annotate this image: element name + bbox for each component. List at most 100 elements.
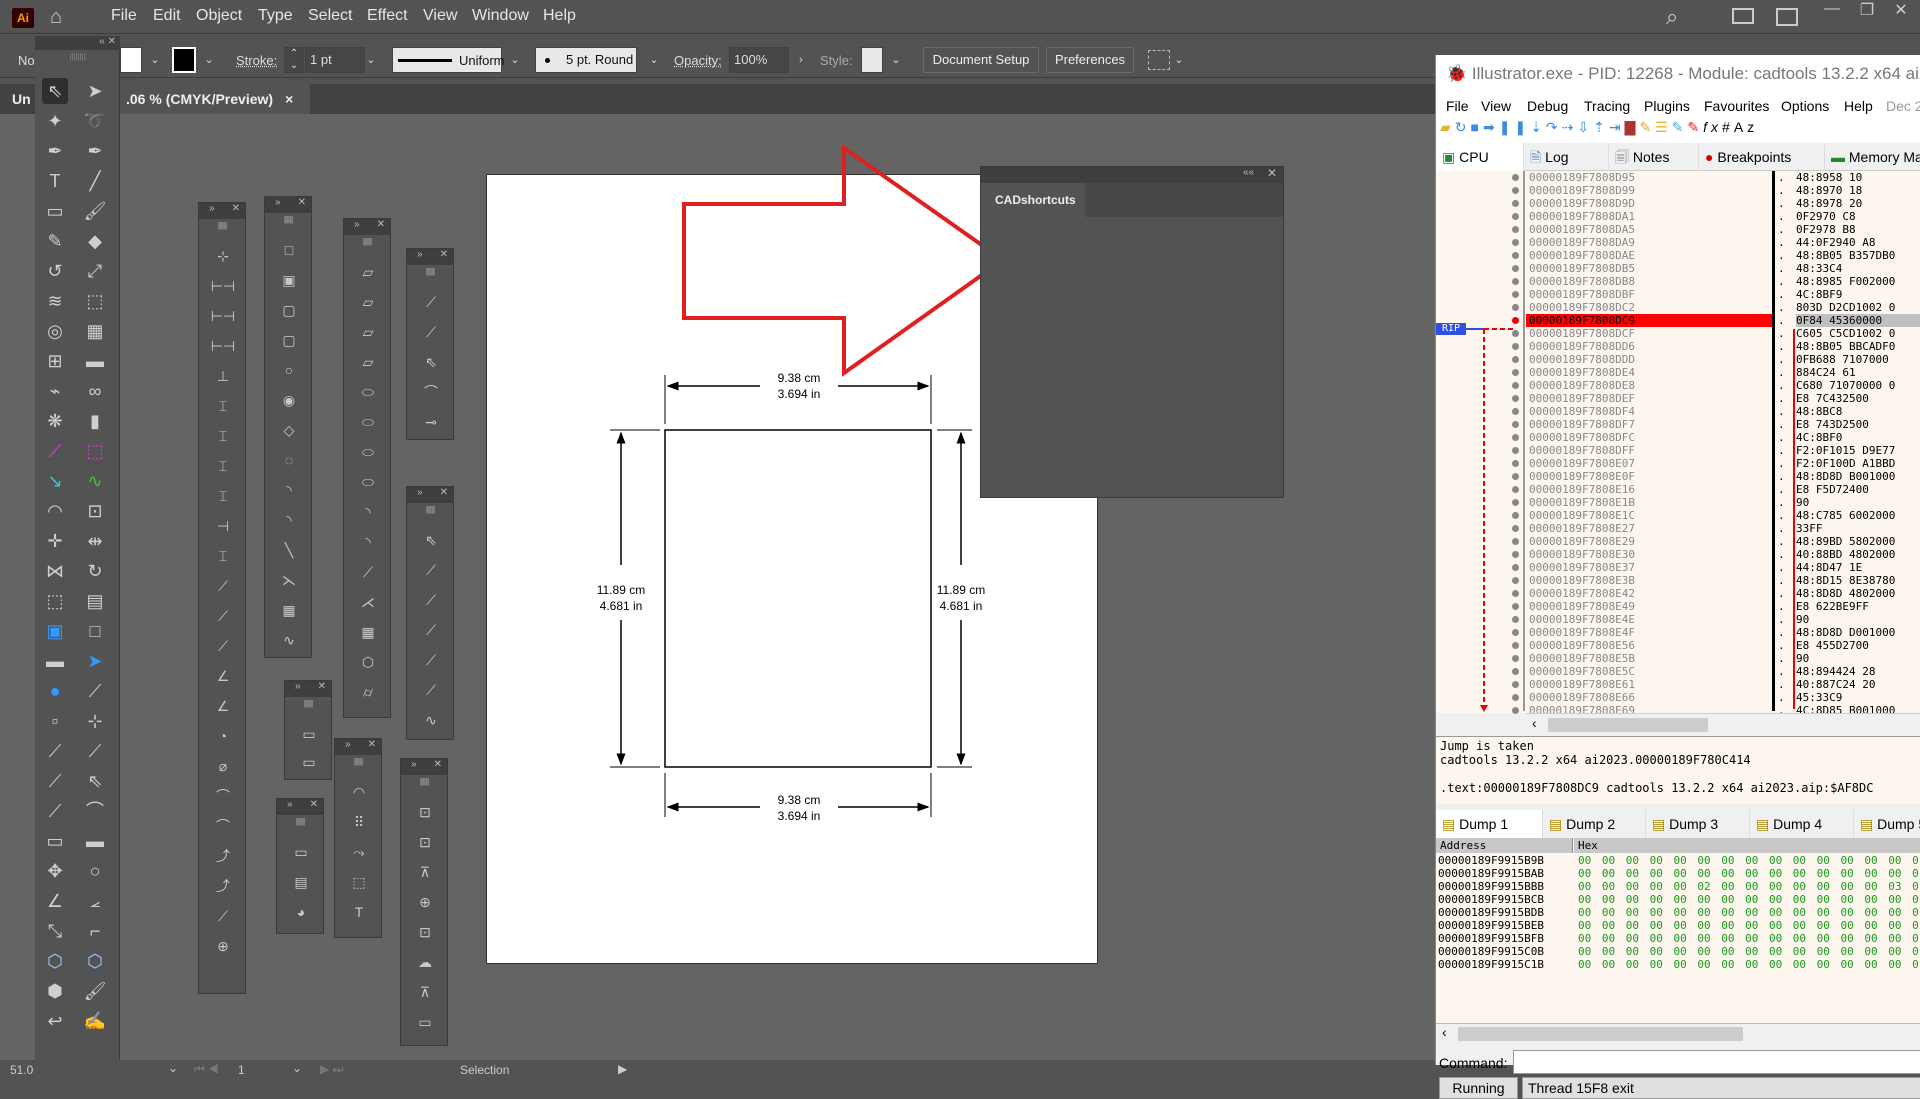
compass-icon[interactable]: ◕ — [288, 901, 314, 923]
rect-center-icon[interactable]: ▣ — [276, 269, 302, 291]
grid-icon[interactable]: ▦ — [276, 599, 302, 621]
line-icon[interactable]: ╲ — [276, 539, 302, 561]
knife-tool-icon[interactable]: ⟋ — [82, 678, 108, 704]
restore-button[interactable]: ❐ — [1850, 0, 1884, 22]
edit-line-icon[interactable]: ⟋ — [418, 559, 444, 581]
edit-line-b-icon[interactable]: ⟋ — [418, 589, 444, 611]
dim-ordinate-x-icon[interactable]: ⊥ — [210, 365, 236, 387]
elliptic-arc-icon[interactable]: ◝ — [355, 501, 381, 523]
pen-tool-icon[interactable]: ✒ — [42, 138, 68, 164]
edit-line-e-icon[interactable]: ⟋ — [418, 679, 444, 701]
expand-icon[interactable]: » — [411, 759, 417, 770]
edit-path-icon[interactable]: ⟋ — [42, 738, 68, 764]
label-b-icon[interactable]: ⊡ — [412, 831, 438, 853]
tab-dump-5[interactable]: ▤ Dump 5 — [1854, 810, 1920, 838]
panel-grip[interactable]: |||||||| — [265, 215, 311, 224]
close-panel-icon[interactable]: ✕ — [440, 249, 448, 260]
pointer-path-icon[interactable]: ⇖ — [82, 768, 108, 794]
select-arrow-icon[interactable]: ⇖ — [418, 529, 444, 551]
close-panel-icon[interactable]: ✕ — [440, 487, 448, 498]
collapse-icon[interactable]: «« — [1243, 167, 1254, 178]
circle-diameter-icon[interactable]: ◇ — [276, 419, 302, 441]
dim-horizontal-base-icon[interactable]: ⊢⊣ — [210, 335, 236, 357]
expand-icon[interactable]: » — [209, 203, 215, 214]
direct-selection-tool-icon[interactable]: ➤ — [82, 78, 108, 104]
measure-ruler-icon[interactable]: ▭ — [296, 723, 322, 745]
dim-vertical-icon[interactable]: ⌶ — [210, 425, 236, 447]
close-panel-icon[interactable]: ✕ — [377, 219, 385, 230]
panel-grip[interactable]: |||||||| — [401, 777, 447, 786]
move-tool-icon[interactable]: ✛ — [42, 528, 68, 554]
dim-horizontal-chain-icon[interactable]: ⊢⊣ — [210, 305, 236, 327]
angle-measure-icon[interactable]: ⦟ — [82, 888, 108, 914]
dim-center-icon[interactable]: ⊕ — [210, 935, 236, 957]
cad-tool-d-icon[interactable]: ∿ — [82, 468, 108, 494]
rect-node-icon[interactable]: ▫ — [42, 708, 68, 734]
3d-cube-outline-icon[interactable]: ⬡ — [82, 948, 108, 974]
rotate-arrow-icon[interactable]: ↻ — [82, 558, 108, 584]
expand-icon[interactable]: » — [287, 799, 293, 810]
label-target-icon[interactable]: ⊕ — [412, 891, 438, 913]
rounded-rect-corner-icon[interactable]: ▢ — [276, 299, 302, 321]
resize-tool-icon[interactable]: ⇹ — [82, 528, 108, 554]
label-f-icon[interactable]: ▭ — [412, 1011, 438, 1033]
close-panel-icon[interactable]: ✕ — [298, 197, 306, 208]
layers-icon[interactable]: ▤ — [82, 588, 108, 614]
magic-wand-icon[interactable]: ✦ — [42, 108, 68, 134]
split-path-icon[interactable]: ⟋ — [82, 738, 108, 764]
paintbrush-icon[interactable]: 🖌 — [82, 198, 108, 224]
step-over-icon[interactable]: ↷ — [1546, 119, 1562, 135]
measure-tool-icon[interactable]: ⊡ — [82, 498, 108, 524]
arc-array-icon[interactable]: ◠ — [346, 781, 372, 803]
graph-tool-icon[interactable]: ▮ — [82, 408, 108, 434]
dim-x-icon[interactable]: ⌶ — [210, 395, 236, 417]
edit-wave-icon[interactable]: ∿ — [418, 709, 444, 731]
dim-aligned-icon[interactable]: ⟋ — [210, 575, 236, 597]
scylla-icon[interactable]: ▇ — [1625, 119, 1640, 135]
expand-icon[interactable]: » — [295, 681, 301, 692]
label-cloud-icon[interactable]: ☁ — [412, 951, 438, 973]
expand-icon[interactable]: » — [417, 487, 423, 498]
trim-select-icon[interactable]: ⇖ — [418, 351, 444, 373]
dim-aligned-chain-icon[interactable]: ⟋ — [210, 605, 236, 627]
patches-icon[interactable]: ✎ — [1639, 119, 1655, 135]
mesh-tool-icon[interactable]: ⊞ — [42, 348, 68, 374]
dbg-menu-help[interactable]: Help — [1844, 98, 1873, 114]
edit-line-d-icon[interactable]: ⟋ — [418, 649, 444, 671]
iso-grid-icon[interactable]: ▦ — [355, 621, 381, 643]
3d-rotate-icon[interactable]: ⬢ — [42, 978, 68, 1004]
tab-dump-2[interactable]: ▤ Dump 2 — [1543, 810, 1646, 838]
lasso-icon[interactable]: ➰ — [82, 108, 108, 134]
tab-memory-map[interactable]: ▬ Memory Map — [1825, 143, 1920, 171]
step-into-icon[interactable]: ⇣ — [1530, 119, 1546, 135]
iso-bisector-icon[interactable]: ⋌ — [355, 591, 381, 613]
rounded-rect-center-icon[interactable]: ▢ — [276, 329, 302, 351]
blend-tool-icon[interactable]: ∞ — [82, 378, 108, 404]
tab-dump-3[interactable]: ▤ Dump 3 — [1646, 810, 1750, 838]
edit-line-c-icon[interactable]: ⟋ — [418, 619, 444, 641]
dim-aligned-base-icon[interactable]: ⟋ — [210, 635, 236, 657]
iso-cube-icon[interactable]: ⬡ — [355, 651, 381, 673]
wave-icon[interactable]: ∿ — [276, 629, 302, 651]
text-array-icon[interactable]: T — [346, 901, 372, 923]
expand-icon[interactable]: » — [417, 249, 423, 260]
label-a-icon[interactable]: ⊡ — [412, 801, 438, 823]
hex-column-header[interactable]: Hex — [1574, 838, 1920, 853]
tab-notes[interactable]: 🗐 Notes — [1609, 143, 1699, 171]
label-d-icon[interactable]: ⊡ — [412, 921, 438, 943]
gradient-tool-icon[interactable]: ▬ — [82, 348, 108, 374]
artboard-number[interactable]: 1 — [238, 1063, 245, 1077]
table-icon[interactable]: ▤ — [288, 871, 314, 893]
dim-leader-b-icon[interactable]: ⤴ — [210, 875, 236, 897]
iso-line-icon[interactable]: ⟋ — [355, 561, 381, 583]
3d-cube-icon[interactable]: ⬡ — [42, 948, 68, 974]
search-icon[interactable]: ⌕ — [1666, 4, 1678, 30]
expand-icon[interactable]: » — [354, 219, 360, 230]
ellipse-diamond-icon[interactable]: ⬭ — [355, 441, 381, 463]
rounded-parallelogram-b-icon[interactable]: ▱ — [355, 351, 381, 373]
next-artboard-button[interactable]: ▶ ⏭ — [320, 1062, 343, 1077]
dbg-menu-plugins[interactable]: Plugins — [1644, 98, 1690, 114]
dim-leader-c-icon[interactable]: ⟋ — [210, 905, 236, 927]
grid-array-icon[interactable]: ⠿ — [346, 811, 372, 833]
close-panel-icon[interactable]: ✕ — [318, 681, 326, 692]
